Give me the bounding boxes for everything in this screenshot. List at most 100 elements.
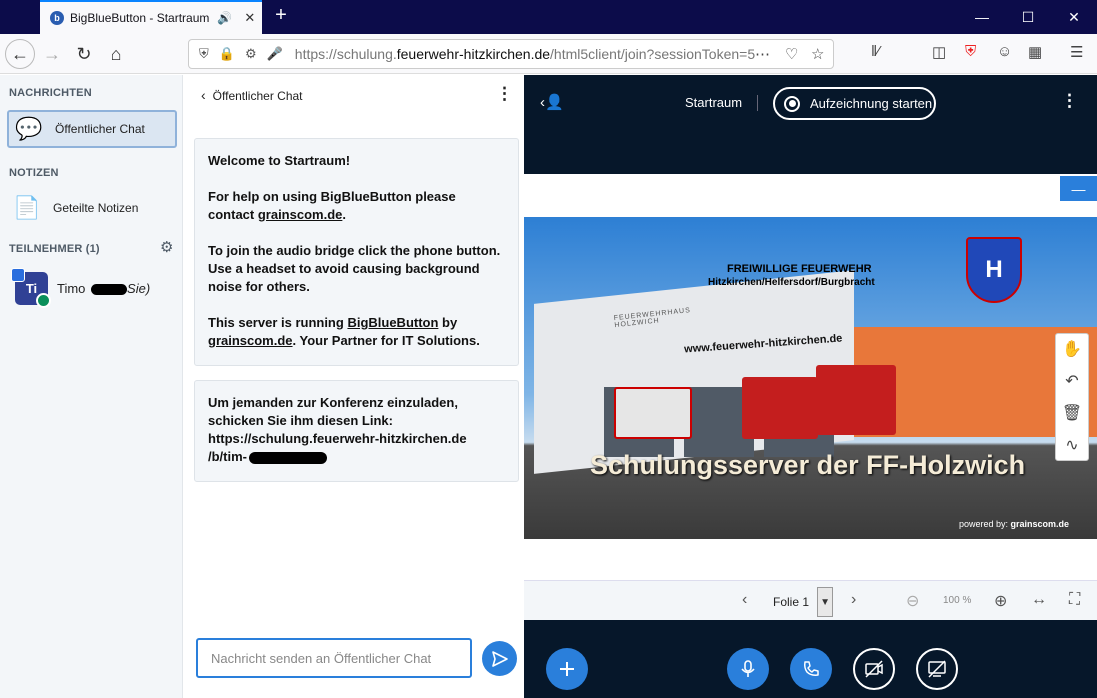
pocket-icon[interactable]: ♡ [785, 45, 798, 63]
reload-icon[interactable]: ↻ [70, 40, 98, 68]
home-icon[interactable]: ⌂ [102, 40, 130, 68]
bigbluebutton-favicon-icon: b [50, 11, 64, 25]
minimize-window-icon[interactable]: — [959, 0, 1005, 34]
invite-link-part2[interactable]: /b/tim- [208, 449, 247, 464]
bookmark-star-icon[interactable]: ☆ [811, 45, 824, 63]
public-chat-item[interactable]: 💬 Öffentlicher Chat [7, 110, 177, 148]
audio-info-text: To join the audio bridge click the phone… [208, 243, 501, 294]
maximize-window-icon[interactable]: ☐ [1005, 0, 1051, 34]
help-link[interactable]: grainscom.de [258, 207, 343, 222]
url-path: /html5client/join?sessionToken=5 [550, 46, 756, 62]
sidebar-icon[interactable]: ◫ [932, 43, 946, 61]
mute-microphone-button[interactable] [727, 648, 769, 690]
start-recording-button[interactable]: Aufzeichnung starten [773, 87, 936, 120]
chat-message-input[interactable] [196, 638, 472, 678]
lock-icon[interactable]: 🔒 [219, 46, 235, 62]
slide-coat-of-arms: H [966, 237, 1022, 303]
invite-text: Um jemanden zur Konferenz einzuladen, sc… [208, 395, 458, 428]
nav-header: ‹👤 Startraum Aufzeichnung starten ⋮ [524, 75, 1097, 135]
slide-org-line1: FREIWILLIGE FEUERWEHR [727, 263, 872, 275]
new-tab-plus-icon[interactable]: + [270, 4, 292, 27]
shared-notes-item[interactable]: 📄 Geteilte Notizen [7, 189, 177, 227]
zoom-in-icon[interactable]: ⊕ [994, 591, 1007, 611]
slide-select[interactable]: Folie 1 ▼ [766, 587, 834, 617]
send-message-button[interactable] [482, 641, 517, 676]
slide-fire-truck [816, 365, 896, 435]
page-actions-icon[interactable]: ⋯ [755, 45, 770, 63]
back-arrow-icon[interactable]: ← [5, 39, 35, 69]
undo-icon[interactable]: ↶ [1056, 366, 1088, 398]
zoom-out-icon[interactable]: ⊖ [906, 591, 919, 611]
grainscom-link[interactable]: grainscom.de [208, 333, 293, 348]
permissions-icon[interactable]: ⚙ [245, 46, 257, 62]
redaction-mark [91, 283, 128, 295]
user-first-name: Timo [57, 280, 86, 296]
invite-link-part1[interactable]: https://schulung.feuerwehr-hitzkirchen.d… [208, 430, 505, 448]
fit-to-width-icon[interactable]: ↔ [1031, 591, 1047, 609]
url-bar[interactable]: ⛨ 🔒 ⚙ 🎤 https://schulung.feuerwehr-hitzk… [188, 39, 834, 69]
presentation-toolbar: ‹ Folie 1 ▼ › ⊖ 100 % ⊕ ↔ ⛶ [524, 580, 1097, 620]
user-list-item[interactable]: Ti Timo Sie) [11, 267, 180, 308]
slide-select-value: Folie 1 [773, 595, 810, 609]
account-icon[interactable]: ☺ [997, 43, 1012, 60]
redaction-mark [249, 451, 327, 464]
url-prefix: https://schulung. [294, 46, 397, 62]
previous-slide-chevron-icon[interactable]: ‹ [742, 591, 747, 609]
trash-clear-icon[interactable]: 🗑 [1056, 398, 1088, 430]
hand-pan-tool-icon[interactable]: ✋ [1056, 334, 1088, 366]
slide-headline: Schulungsserver der FF-Holzwich [590, 450, 1026, 480]
multi-user-whiteboard-icon[interactable]: ∿ [1056, 430, 1088, 462]
slide-fire-truck [742, 377, 818, 439]
bigbluebutton-link[interactable]: BigBlueButton [347, 315, 438, 330]
toggle-userlist-icon[interactable]: ‹👤 [540, 93, 564, 111]
leave-audio-button[interactable] [790, 648, 832, 690]
next-slide-chevron-icon[interactable]: › [851, 591, 856, 609]
invite-message: Um jemanden zur Konferenz einzuladen, sc… [194, 380, 519, 482]
server-line: This server is running BigBlueButton by … [208, 314, 505, 350]
browser-tab-strip: b BigBlueButton - Startraum 🔊 ✕ + — ☐ ✕ [0, 0, 1097, 34]
browser-tab[interactable]: b BigBlueButton - Startraum 🔊 ✕ [40, 0, 262, 34]
send-arrow-icon [491, 650, 508, 667]
actions-plus-button[interactable] [546, 648, 588, 690]
user-you-tag: Sie) [127, 280, 151, 296]
url-text[interactable]: https://schulung.feuerwehr-hitzkirchen.d… [295, 46, 763, 62]
welcome-message: Welcome to Startraum! For help on using … [194, 138, 519, 366]
chat-bubbles-icon: 💬 [15, 116, 43, 141]
chevron-down-icon[interactable]: ▼ [817, 587, 834, 617]
library-icon[interactable]: ‖⁄ [871, 43, 880, 60]
microphone-icon [741, 660, 755, 677]
tab-close-icon[interactable]: ✕ [244, 10, 255, 26]
server-suffix: . Your Partner for IT Solutions. [292, 333, 480, 348]
help-end: . [342, 207, 346, 222]
chat-options-kebab-icon[interactable]: ⋮ [496, 84, 513, 104]
menu-hamburger-icon[interactable]: ☰ [1070, 43, 1083, 61]
share-webcam-button[interactable] [853, 648, 895, 690]
user-name: Timo Sie) [57, 281, 150, 296]
meeting-options-kebab-icon[interactable]: ⋮ [1061, 91, 1078, 111]
extension-grid-icon[interactable]: ▦ [1028, 43, 1042, 61]
chat-header-back[interactable]: ‹ Öffentlicher Chat [201, 87, 303, 103]
fullscreen-icon[interactable]: ⛶ [1069, 591, 1080, 609]
participants-settings-gear-icon[interactable]: ⚙ [160, 238, 173, 256]
presenter-icon [11, 267, 25, 282]
avatar: Ti [11, 267, 51, 308]
meeting-title: Startraum [685, 95, 743, 110]
share-screen-button[interactable] [916, 648, 958, 690]
zoom-level: 100 % [943, 595, 972, 606]
tab-title: BigBlueButton - Startraum [70, 11, 210, 25]
shield-icon[interactable]: ⛨ [199, 46, 209, 62]
shared-notes-label: Geteilte Notizen [53, 201, 139, 215]
avatar-initials: Ti [25, 280, 38, 296]
extension-shield-icon[interactable]: ⛨ [965, 43, 976, 60]
speaker-icon[interactable]: 🔊 [217, 11, 232, 25]
close-window-icon[interactable]: ✕ [1051, 0, 1097, 34]
microphone-permission-icon[interactable]: 🎤 [267, 46, 283, 62]
notes-header: NOTIZEN [9, 167, 59, 179]
plus-icon [560, 662, 574, 676]
chevron-left-icon: ‹ [201, 87, 206, 103]
welcome-line: Welcome to Startraum! [208, 152, 505, 170]
phone-icon [804, 661, 819, 676]
minimize-presentation-button[interactable]: — [1060, 176, 1097, 201]
forward-arrow-icon[interactable]: → [38, 40, 66, 68]
slide-vehicle [614, 387, 692, 439]
